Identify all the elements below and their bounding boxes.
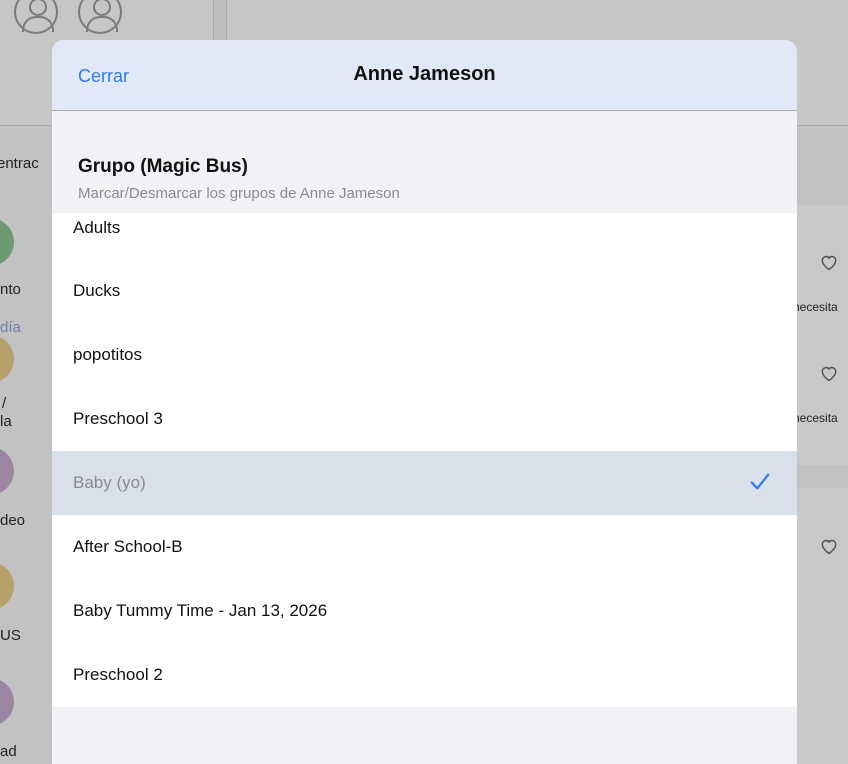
group-list-item[interactable]: Preschool 2 xyxy=(52,643,797,707)
background-circle-icon xyxy=(0,447,14,495)
group-label: Ducks xyxy=(73,281,121,300)
group-list-item-selected[interactable]: Baby (yo) xyxy=(52,451,797,515)
heart-icon xyxy=(821,366,837,382)
group-list-item[interactable]: Adults xyxy=(52,213,797,259)
background-right-card xyxy=(790,205,848,465)
section-title: Grupo (Magic Bus) xyxy=(78,156,248,177)
group-list-item[interactable]: popotitos xyxy=(52,323,797,387)
checkmark-icon xyxy=(750,473,770,490)
section-subtitle: Marcar/Desmarcar los grupos de Anne Jame… xyxy=(78,185,400,202)
section-header: Grupo (Magic Bus) Marcar/Desmarcar los g… xyxy=(78,156,400,202)
background-circle-icon xyxy=(0,218,14,266)
background-right-text: necesita xyxy=(793,411,838,425)
group-list: Adults Ducks popotitos Preschool 3 Baby … xyxy=(52,213,797,707)
background-label: ad xyxy=(0,743,17,760)
group-label: After School-B xyxy=(73,537,183,556)
group-label: Adults xyxy=(73,218,121,237)
group-label: Baby (yo) xyxy=(73,473,146,492)
modal-header: Cerrar Anne Jameson xyxy=(52,40,797,111)
background-entrance-text: entrac xyxy=(0,155,39,172)
heart-icon xyxy=(821,539,837,555)
group-list-item[interactable]: Baby Tummy Time - Jan 13, 2026 xyxy=(52,579,797,643)
group-label: Preschool 3 xyxy=(73,409,163,428)
background-circle-icon xyxy=(0,678,14,726)
modal-title: Anne Jameson xyxy=(353,63,496,85)
group-label: Baby Tummy Time - Jan 13, 2026 xyxy=(73,601,328,620)
heart-icon xyxy=(821,255,837,271)
background-label: deo xyxy=(0,512,26,529)
group-list-item[interactable]: After School-B xyxy=(52,515,797,579)
background-circle-icon xyxy=(0,562,14,610)
group-label: popotitos xyxy=(73,345,142,364)
group-label: Preschool 2 xyxy=(73,665,163,684)
background-label: la xyxy=(0,413,12,430)
group-list-item[interactable]: Preschool 3 xyxy=(52,387,797,451)
group-selection-modal: Cerrar Anne Jameson Grupo (Magic Bus) Ma… xyxy=(52,40,797,764)
background-label: US xyxy=(0,627,21,644)
background-right-card xyxy=(790,488,848,764)
background-link: día xyxy=(0,319,21,336)
background-label: / xyxy=(2,395,7,412)
background-circle-icon xyxy=(0,335,14,383)
background-label: nto xyxy=(0,281,21,298)
background-right-text: necesita xyxy=(793,300,838,314)
group-list-item[interactable]: Ducks xyxy=(52,259,797,323)
